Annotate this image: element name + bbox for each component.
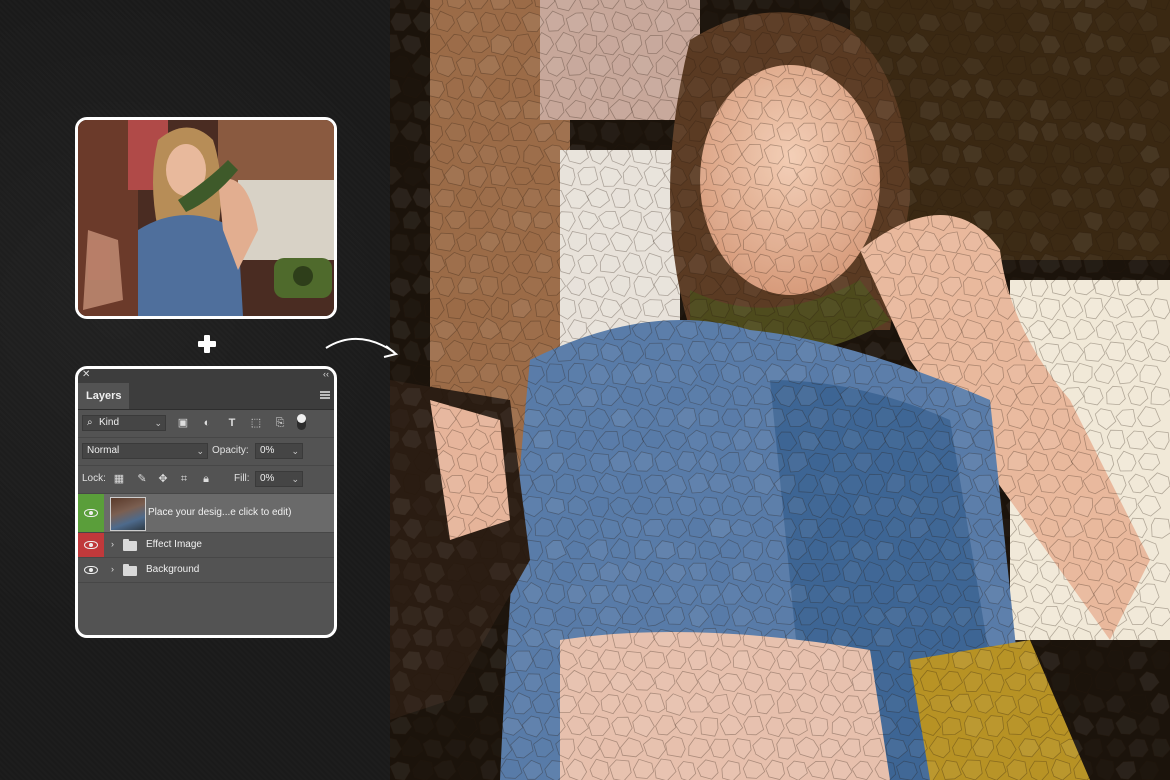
- adjustment-filter-icon[interactable]: ◐: [200, 416, 214, 430]
- panel-tab-row: Layers: [78, 383, 334, 410]
- original-photo-card: [75, 117, 337, 319]
- kind-filter-select[interactable]: ⌕ Kind ⌄: [82, 415, 166, 431]
- lock-artboard-icon[interactable]: ⌗: [177, 472, 191, 486]
- folder-icon: [123, 539, 137, 551]
- original-photo: [78, 120, 334, 316]
- lock-all-icon[interactable]: 🔒︎: [199, 472, 213, 486]
- mosaic-effect-result-image: [390, 0, 1170, 780]
- folder-icon: [123, 564, 137, 576]
- plus-icon: [196, 333, 218, 355]
- panel-title-bar: ✕ ‹‹: [78, 369, 334, 383]
- filter-row: ⌕ Kind ⌄ ▣ ◐ T ⬚ ⎘: [78, 410, 334, 438]
- visibility-toggle[interactable]: [78, 494, 104, 532]
- kind-filter-label: Kind: [99, 417, 120, 428]
- visibility-toggle[interactable]: [78, 558, 104, 582]
- layer-row-background[interactable]: › Background: [78, 557, 334, 583]
- layer-name: Background: [146, 564, 200, 575]
- lock-row: Lock: ▦ ✎ ✥ ⌗ 🔒︎ Fill: 0% ⌄: [78, 466, 334, 494]
- lock-paint-icon[interactable]: ✎: [135, 472, 149, 486]
- type-filter-icon[interactable]: T: [225, 416, 239, 430]
- layer-name: Place your desig...e click to edit): [148, 507, 292, 518]
- curved-arrow-icon: [325, 337, 399, 358]
- filter-toggle-icon[interactable]: [297, 414, 306, 430]
- chevron-down-icon: ⌄: [291, 446, 299, 456]
- tab-layers[interactable]: Layers: [78, 383, 130, 409]
- opacity-value: 0%: [260, 445, 275, 456]
- smart-object-filter-icon[interactable]: ⎘: [273, 416, 287, 430]
- expand-chevron-icon[interactable]: ›: [111, 539, 114, 549]
- opacity-label: Opacity:: [212, 445, 249, 456]
- layer-row-smart-object[interactable]: Place your desig...e click to edit): [78, 494, 334, 532]
- image-filter-icon[interactable]: ▣: [176, 416, 190, 430]
- layer-row-effect-image[interactable]: › Effect Image: [78, 532, 334, 557]
- lock-transparency-icon[interactable]: ▦: [112, 472, 126, 486]
- lock-position-icon[interactable]: ✥: [156, 472, 170, 486]
- shape-filter-icon[interactable]: ⬚: [249, 416, 263, 430]
- search-icon: ⌕: [87, 417, 93, 428]
- chevron-down-icon: ⌄: [196, 446, 204, 456]
- blend-mode-select[interactable]: Normal ⌄: [82, 443, 208, 459]
- toggle-knob: [297, 414, 306, 423]
- chevron-down-icon: ⌄: [154, 418, 162, 428]
- lock-label: Lock:: [82, 473, 106, 484]
- eye-icon: [84, 566, 98, 574]
- blend-row: Normal ⌄ Opacity: 0% ⌄: [78, 438, 334, 466]
- fill-label: Fill:: [234, 473, 250, 484]
- visibility-toggle[interactable]: [78, 533, 104, 557]
- layers-panel: ✕ ‹‹ Layers ⌕ Kind ⌄ ▣ ◐ T ⬚ ⎘ Normal ⌄ …: [75, 366, 337, 638]
- fill-value: 0%: [260, 473, 275, 484]
- layer-thumbnail: [110, 497, 146, 531]
- layer-name: Effect Image: [146, 539, 202, 550]
- eye-icon: [84, 509, 98, 517]
- chevron-down-icon: ⌄: [291, 474, 299, 484]
- eye-icon: [84, 541, 98, 549]
- panel-menu-icon[interactable]: [320, 391, 330, 399]
- close-icon[interactable]: ✕: [82, 369, 90, 380]
- expand-chevron-icon[interactable]: ›: [111, 564, 114, 574]
- collapse-icon[interactable]: ‹‹: [323, 369, 329, 379]
- blend-mode-value: Normal: [87, 445, 120, 456]
- opacity-field[interactable]: 0% ⌄: [255, 443, 303, 459]
- fill-field[interactable]: 0% ⌄: [255, 471, 303, 487]
